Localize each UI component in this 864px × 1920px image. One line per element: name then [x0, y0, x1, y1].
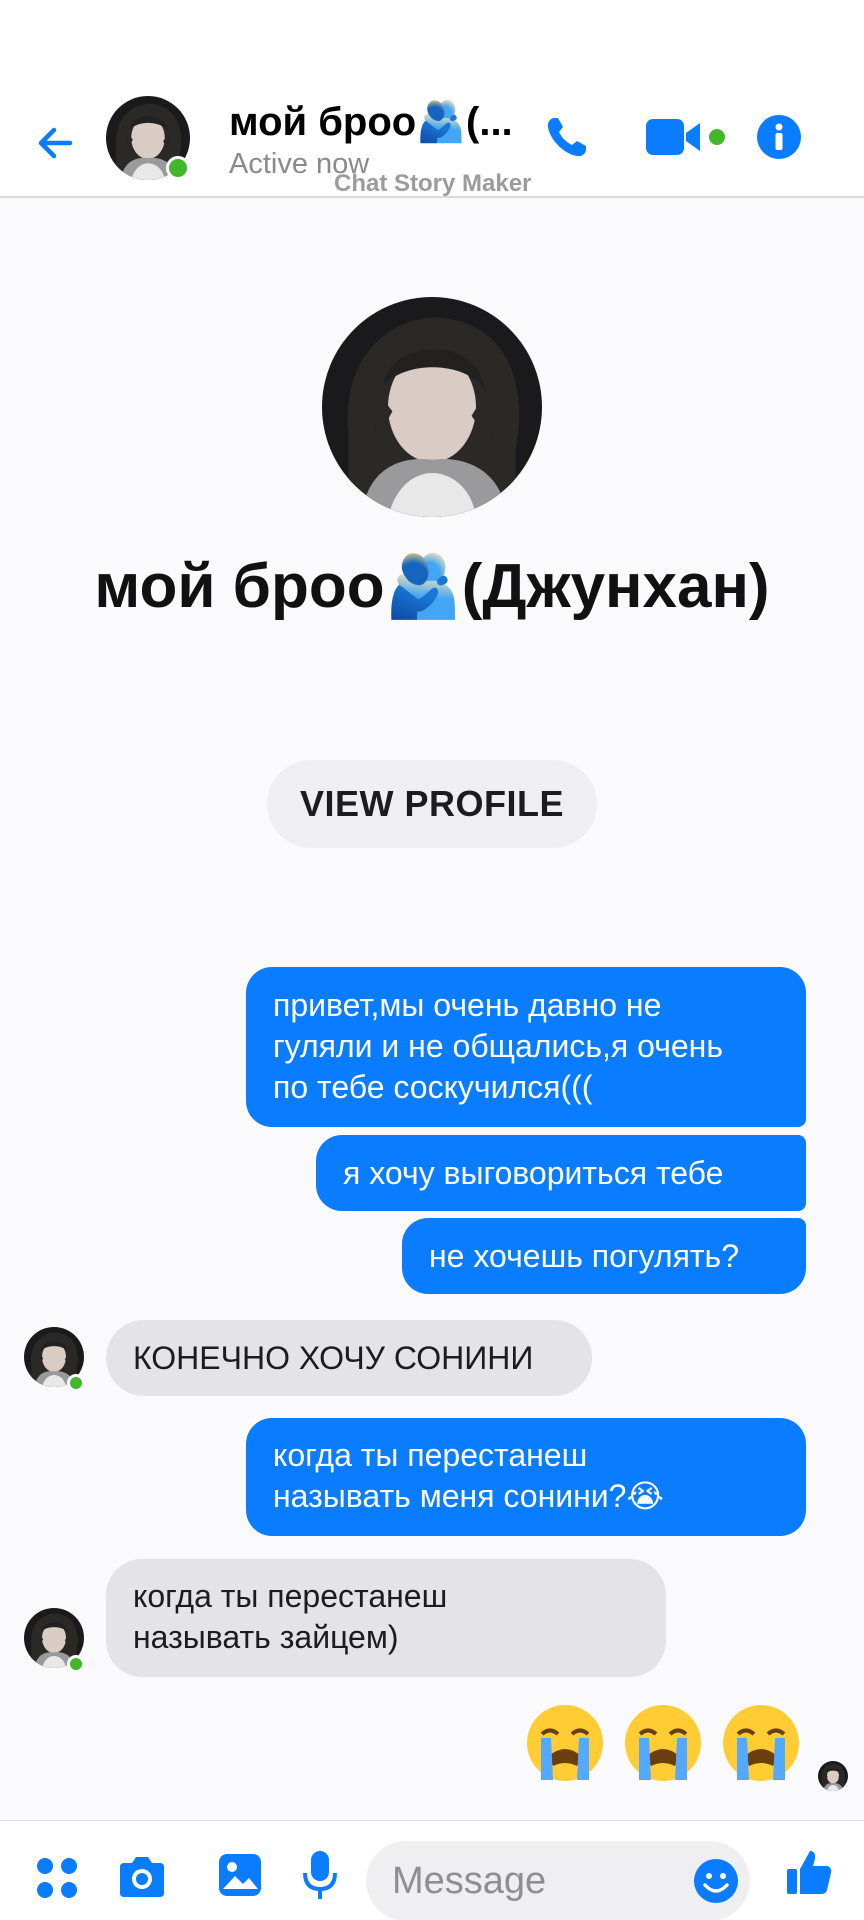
message-input[interactable]: Message — [366, 1841, 750, 1920]
crying-face-emoji — [625, 1705, 701, 1781]
read-receipt-avatar — [818, 1761, 848, 1791]
emoji-message[interactable] — [522, 1700, 804, 1786]
message-composer: Message — [0, 1820, 864, 1920]
back-arrow-icon[interactable] — [30, 118, 80, 168]
profile-name: мой броо🫂(Джунхан) — [94, 552, 770, 621]
microphone-icon[interactable] — [302, 1849, 338, 1901]
emoji-icon[interactable] — [692, 1857, 740, 1905]
online-indicator — [166, 156, 190, 180]
message-bubble-out[interactable]: не хочешь погулять? — [402, 1218, 806, 1294]
status-bar-area — [0, 0, 864, 90]
profile-avatar[interactable] — [322, 297, 542, 517]
apps-icon[interactable] — [34, 1855, 80, 1901]
crying-face-emoji — [723, 1705, 799, 1781]
view-profile-button[interactable]: VIEW PROFILE — [267, 760, 597, 848]
message-placeholder: Message — [392, 1860, 547, 1902]
info-icon[interactable] — [756, 114, 802, 160]
gallery-icon[interactable] — [216, 1851, 264, 1899]
message-bubble-in[interactable]: КОНЕЧНО ХОЧУ СОНИНИ — [106, 1320, 592, 1396]
online-indicator — [67, 1374, 85, 1392]
crying-face-emoji — [527, 1705, 603, 1781]
camera-icon[interactable] — [116, 1853, 168, 1901]
chat-header: мой броо🫂(... Active now Chat Story Make… — [0, 90, 864, 198]
contact-name[interactable]: мой броо🫂(... — [229, 98, 513, 145]
message-bubble-out[interactable]: я хочу выговориться тебе — [316, 1135, 806, 1211]
watermark: Chat Story Maker — [334, 170, 532, 197]
phone-icon[interactable] — [542, 112, 592, 162]
message-bubble-out[interactable]: когда ты перестанеш называть меня сонини… — [246, 1418, 806, 1536]
message-bubble-out[interactable]: привет,мы очень давно не гуляли и не общ… — [246, 967, 806, 1127]
online-indicator — [67, 1655, 85, 1673]
thumbs-up-icon[interactable] — [784, 1847, 834, 1897]
video-camera-icon[interactable] — [644, 116, 728, 158]
message-bubble-in[interactable]: когда ты перестанеш называть зайцем) — [106, 1559, 666, 1677]
